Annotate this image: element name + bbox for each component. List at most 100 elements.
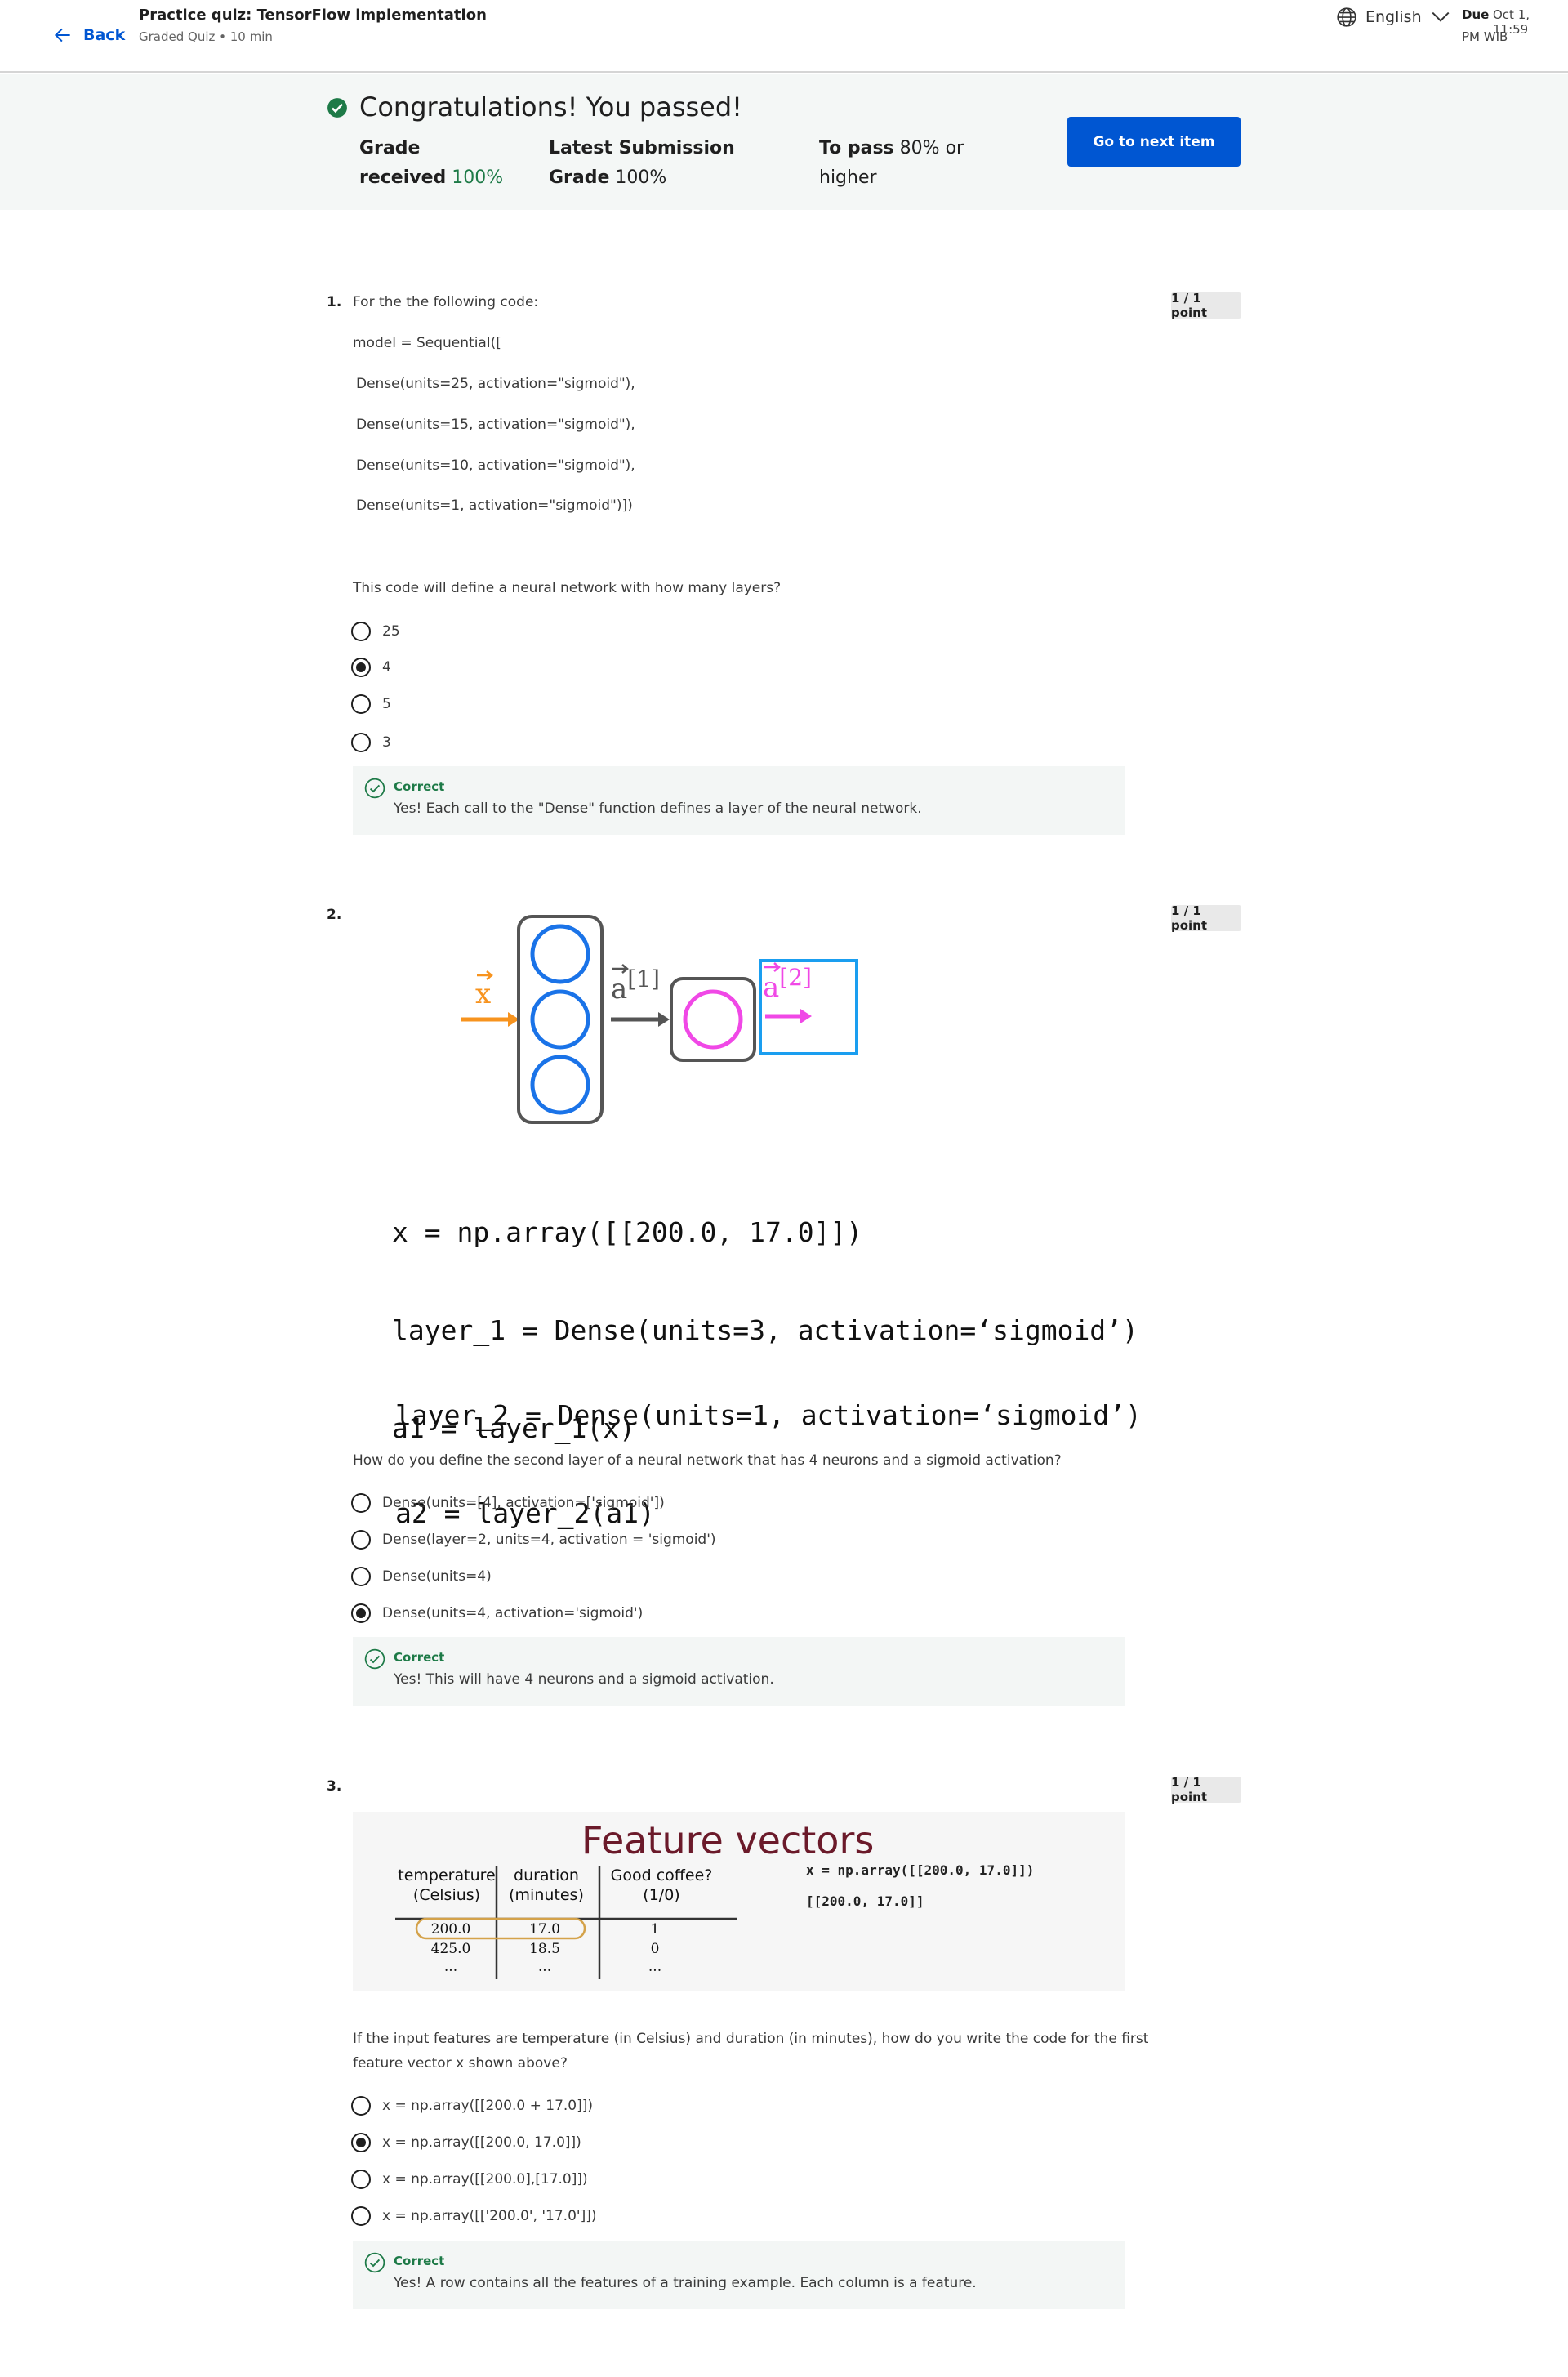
topass-higher: higher: [819, 167, 877, 188]
figure-code: x = np.array([[200.0, 17.0]]): [806, 1862, 1035, 1878]
table-cell: ...: [648, 1959, 662, 1975]
radio-button-selected[interactable]: [351, 2133, 371, 2152]
code-line: Dense(units=10, activation="sigmoid"),: [356, 457, 635, 474]
question-intro: For the the following code:: [353, 294, 539, 310]
feedback-label: Correct: [394, 2254, 445, 2268]
topass-value: 80%: [899, 138, 940, 158]
answer-option[interactable]: Dense(units=4): [351, 1567, 492, 1586]
hidden-layer-1: [517, 915, 604, 1124]
table-cell: 0: [650, 1941, 660, 1957]
latest-label-2: Grade: [549, 167, 610, 188]
a2-label: a[2]: [763, 964, 812, 1004]
question-prompt: If the input features are temperature (i…: [353, 2031, 1149, 2047]
grade-label-2: received: [359, 167, 447, 188]
radio-button-selected[interactable]: [351, 1603, 371, 1623]
globe-icon: [1337, 7, 1356, 27]
a1-label: a[1]: [611, 966, 660, 1006]
radio-button[interactable]: [351, 1567, 371, 1586]
answer-option[interactable]: 3: [351, 733, 391, 752]
option-label: Dense(units=4, activation='sigmoid'): [382, 1605, 644, 1621]
quiz-meta: Graded Quiz • 10 min: [139, 29, 273, 44]
check-circle-icon: [327, 98, 347, 118]
option-label: Dense(units=[4], activation=['sigmoid']): [382, 1495, 665, 1511]
activation-a1: a[1]: [611, 964, 670, 1027]
pass-title: Congratulations! You passed!: [359, 91, 742, 123]
topass-or: or: [945, 138, 964, 158]
table-cell: 425.0: [430, 1941, 471, 1957]
answer-option[interactable]: 5: [351, 694, 391, 714]
language-label: English: [1365, 8, 1422, 26]
points-badge: 1 / 1 point: [1171, 291, 1241, 320]
answer-option[interactable]: Dense(units=4, activation='sigmoid'): [351, 1603, 643, 1623]
grade-value: 100%: [452, 167, 504, 188]
question-prompt: How do you define the second layer of a …: [353, 1452, 1062, 1469]
x-label: x: [475, 978, 491, 1010]
option-label: Dense(layer=2, units=4, activation = 'si…: [382, 1532, 716, 1548]
chevron-down-icon: [1432, 11, 1450, 22]
radio-button[interactable]: [351, 2170, 371, 2189]
answer-option[interactable]: 25: [351, 622, 400, 641]
grade-label: Grade: [359, 138, 421, 158]
go-to-next-item-button[interactable]: Go to next item: [1067, 117, 1241, 167]
due-label: Due: [1462, 7, 1490, 22]
radio-button[interactable]: [351, 2096, 371, 2116]
a2-vector-arrow-icon: [764, 962, 781, 972]
code-line: Dense(units=25, activation="sigmoid"),: [356, 376, 635, 392]
option-label: x = np.array([[200.0 + 17.0]]): [382, 2098, 594, 2114]
back-button[interactable]: Back: [52, 25, 125, 46]
language-selector[interactable]: English: [1336, 7, 1451, 28]
question-prompt-continued: feature vector x shown above?: [353, 2055, 568, 2072]
radio-button[interactable]: [351, 1493, 371, 1513]
feedback-panel: Correct Yes! A row contains all the feat…: [353, 2241, 1125, 2309]
radio-button[interactable]: [351, 694, 371, 714]
feedback-panel: Correct Yes! This will have 4 neurons an…: [353, 1637, 1125, 1706]
feedback-text: Yes! This will have 4 neurons and a sigm…: [394, 1671, 774, 1688]
feedback-label: Correct: [394, 779, 445, 794]
answer-option[interactable]: x = np.array([['200.0', '17.0']]): [351, 2206, 596, 2226]
topass-label: To pass: [819, 138, 894, 158]
option-label: 4: [382, 659, 391, 676]
table-cell: 18.5: [529, 1941, 560, 1957]
points-badge: 1 / 1 point: [1171, 903, 1241, 933]
answer-option[interactable]: 4: [351, 658, 391, 677]
radio-button[interactable]: [351, 2206, 371, 2226]
answer-option[interactable]: x = np.array([[200.0, 17.0]]): [351, 2133, 581, 2152]
option-label: x = np.array([['200.0', '17.0']]): [382, 2208, 597, 2224]
radio-button[interactable]: [351, 622, 371, 641]
radio-button[interactable]: [351, 1530, 371, 1550]
points-badge: 1 / 1 point: [1171, 1775, 1241, 1804]
top-bar: Back Practice quiz: TensorFlow implement…: [0, 0, 1568, 73]
code-line: x = np.array([[200.0, 17.0]]): [392, 1216, 863, 1248]
feature-vectors-figure: Feature vectors temperature (Celsius) du…: [353, 1812, 1125, 1991]
answer-option[interactable]: Dense(units=[4], activation=['sigmoid']): [351, 1493, 665, 1513]
code-block-layer-2: layer_2 = Dense(units=1, activation=‘sig…: [395, 1334, 1142, 1563]
answer-option[interactable]: x = np.array([[200.0],[17.0]]): [351, 2170, 588, 2189]
feedback-text: Yes! Each call to the "Dense" function d…: [394, 801, 922, 817]
option-label: x = np.array([[200.0],[17.0]]): [382, 2171, 588, 2187]
table-cell: ...: [537, 1959, 552, 1975]
answer-option[interactable]: x = np.array([[200.0 + 17.0]]): [351, 2096, 593, 2116]
output-layer-2: a[2]: [670, 959, 858, 1062]
option-label: 5: [382, 696, 391, 712]
figure-code-output: [[200.0, 17.0]]: [806, 1893, 924, 1909]
neural-network-diagram: x a[1] a[2]: [461, 915, 858, 1124]
feedback-label: Correct: [394, 1650, 445, 1665]
radio-button[interactable]: [351, 733, 371, 752]
question-prompt: This code will define a neural network w…: [353, 580, 782, 596]
table-cell: 200.0: [430, 1921, 471, 1938]
pass-threshold: To pass 80% or higher: [819, 134, 964, 193]
answer-option[interactable]: Dense(layer=2, units=4, activation = 'si…: [351, 1530, 716, 1550]
check-circle-outline-icon: [364, 778, 385, 799]
grade-received: Grade received 100%: [359, 134, 503, 193]
code-line: model = Sequential([: [353, 335, 501, 351]
table-cell: 1: [650, 1921, 660, 1938]
option-label: x = np.array([[200.0, 17.0]]): [382, 2134, 581, 2151]
latest-value: 100%: [615, 167, 667, 188]
input-x: x: [461, 970, 519, 1027]
radio-button-selected[interactable]: [351, 658, 371, 677]
question-number: 3.: [327, 1778, 342, 1795]
feedback-text: Yes! A row contains all the features of …: [394, 2275, 977, 2291]
question-number: 1.: [327, 294, 342, 310]
question-number: 2.: [327, 907, 342, 923]
code-line: Dense(units=1, activation="sigmoid")]): [356, 497, 633, 514]
